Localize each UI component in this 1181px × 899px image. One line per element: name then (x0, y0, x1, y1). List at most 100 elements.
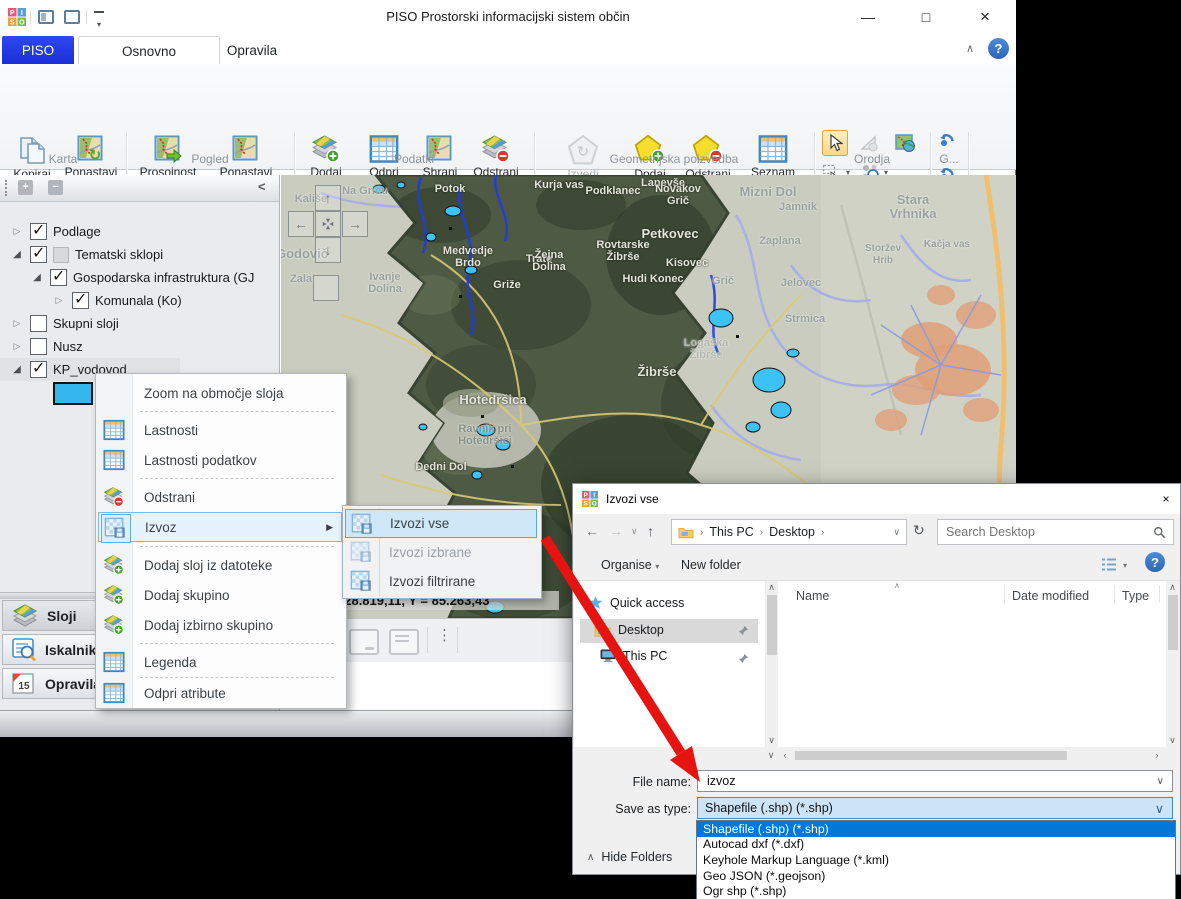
history-dropdown-icon[interactable]: ∨ (631, 526, 638, 537)
save-as-type-combo[interactable]: Shapefile (.shp) (*.shp) ∨ (697, 797, 1173, 819)
dialog-close-button[interactable]: × (1144, 484, 1180, 514)
menu-item-odpri-atribute[interactable]: Odpri atribute (98, 678, 342, 708)
expander-icon[interactable]: ◢ (10, 364, 24, 375)
search-icon (1153, 526, 1166, 539)
tree-item-skupni[interactable]: ▷ Skupni sloji (0, 312, 279, 335)
file-name-combo[interactable]: ∨ (697, 770, 1173, 792)
menu-item-lastnosti[interactable]: Lastnosti (98, 415, 342, 445)
list-scrollbar[interactable]: ∧ ∨ (1166, 581, 1179, 747)
expander-icon[interactable]: ◢ (30, 272, 44, 283)
combo-dropdown-icon[interactable]: ∨ (1157, 776, 1164, 787)
tree-item-podlage[interactable]: ▷ Podlage (0, 220, 279, 243)
checkbox-unchecked[interactable] (30, 338, 47, 355)
checkbox-checked[interactable] (30, 223, 47, 240)
refresh-icon[interactable]: ↻ (913, 522, 925, 539)
maximize-button[interactable]: □ (906, 2, 946, 32)
back-button[interactable]: ← (585, 523, 599, 539)
search-input[interactable] (944, 524, 1153, 540)
tree-item-nusz[interactable]: ▷ Nusz (0, 335, 279, 358)
menu-item-dodaj-sloj-datoteke[interactable]: Dodaj sloj iz datoteke (98, 550, 342, 580)
help-icon[interactable]: ? (988, 38, 1009, 59)
tab-opravila[interactable]: Opravila (184, 36, 320, 64)
breadcrumb-dropdown-icon[interactable]: ∨ (893, 527, 900, 538)
type-option-kml[interactable]: Keyhole Markup Language (*.kml) (697, 852, 1175, 868)
menu-item-izvoz[interactable]: Izvoz ▶ (98, 512, 342, 542)
forward-button[interactable]: → (609, 523, 623, 539)
breadcrumb[interactable]: › This PC › Desktop › ∨ (671, 519, 907, 545)
tree-item-komunala[interactable]: ▷ Komunala (Ko) (0, 289, 279, 312)
column-date-modified[interactable]: Date modified (1012, 589, 1089, 603)
ribbon-collapse-icon[interactable]: ∧ (962, 42, 978, 55)
piso-logo-icon (582, 491, 598, 507)
full-extent-button[interactable] (315, 211, 341, 237)
organise-button[interactable]: Organise ▾ (601, 558, 659, 572)
breadcrumb-this-pc[interactable]: This PC (709, 525, 753, 539)
close-button[interactable]: × (965, 2, 1005, 32)
nav-this-pc[interactable]: This PC (600, 649, 667, 663)
combo-dropdown-icon[interactable]: ∨ (1155, 801, 1164, 816)
dialog-help-icon[interactable]: ? (1145, 552, 1165, 572)
breadcrumb-sep: › (821, 527, 824, 538)
new-folder-button[interactable]: New folder (681, 558, 741, 572)
type-option-ogr[interactable]: Ogr shp (*.shp) (697, 883, 1175, 899)
legend-box-disabled-icon[interactable] (389, 629, 419, 655)
more-tools-icon[interactable]: ⋮ (437, 626, 453, 644)
column-type[interactable]: Type (1122, 589, 1149, 603)
callout-disabled-icon[interactable] (349, 629, 379, 655)
type-option-autocad[interactable]: Autocad dxf (*.dxf) (697, 837, 1175, 853)
checkbox-checked[interactable] (30, 361, 47, 378)
menu-item-zoom-extent[interactable]: Zoom na območje sloja (98, 378, 342, 408)
view-dropdown-icon[interactable]: ▾ (1123, 561, 1127, 570)
pan-down-button[interactable]: ↓ (315, 237, 341, 263)
pan-up-button[interactable]: ↑ (315, 185, 341, 211)
submenu-item-izvozi-filtrirane[interactable]: Izvozi filtrirane (345, 567, 537, 596)
column-name[interactable]: Name (796, 589, 829, 603)
left-nav-scrollbar[interactable]: ∧ ∨ (765, 581, 778, 747)
search-box[interactable] (937, 519, 1174, 545)
horizontal-scrollbar[interactable]: ‹ › (779, 749, 1163, 761)
pan-right-button[interactable]: → (342, 211, 368, 237)
file-name-input[interactable] (705, 773, 1172, 789)
tree-item-tematski[interactable]: ◢ Tematski sklopi (0, 243, 279, 266)
tab-piso[interactable]: PISO (2, 36, 74, 64)
pan-left-button[interactable]: ← (288, 211, 314, 237)
checkbox-unchecked[interactable] (30, 315, 47, 332)
folder-icon (678, 526, 694, 539)
submenu-item-izvozi-vse[interactable]: Izvozi vse (345, 509, 537, 538)
expander-icon[interactable]: ▷ (52, 295, 66, 306)
collapse-all-icon[interactable]: − (48, 180, 63, 195)
view-mode-icon[interactable] (1101, 557, 1117, 572)
nav-quick-access[interactable]: Quick access (588, 595, 684, 610)
menu-item-legenda[interactable]: Legenda (98, 647, 342, 677)
breadcrumb-desktop[interactable]: Desktop (769, 525, 815, 539)
checkbox-checked[interactable] (30, 246, 47, 263)
menu-item-lastnosti-podatkov[interactable]: Lastnosti podatkov (98, 445, 342, 475)
geolocate-button[interactable] (936, 130, 958, 152)
collapse-panel-icon[interactable]: < (258, 179, 266, 194)
tree-item-gospodarska[interactable]: ◢ Gospodarska infrastruktura (GJ (0, 266, 279, 289)
expand-all-icon[interactable]: + (18, 180, 33, 195)
hide-folders-button[interactable]: ∧ Hide Folders (587, 850, 672, 864)
checkbox-checked[interactable] (72, 292, 89, 309)
up-button[interactable]: ↑ (647, 523, 654, 539)
search-doc-icon (11, 637, 37, 663)
breadcrumb-sep: › (700, 527, 703, 538)
nav-desktop-selected[interactable]: Desktop (580, 619, 758, 643)
expander-icon[interactable]: ◢ (10, 249, 24, 260)
expander-icon[interactable]: ▷ (10, 226, 24, 237)
menu-item-odstrani[interactable]: Odstrani (98, 482, 342, 512)
menu-item-dodaj-izbirno-skupino[interactable]: Dodaj izbirno skupino (98, 610, 342, 640)
minimize-button[interactable]: — (848, 2, 888, 32)
save-dialog: Izvozi vse × ← → ∨ ↑ › This PC › Desktop… (572, 483, 1181, 875)
submenu-item-izvozi-izbrane[interactable]: Izvozi izbrane (345, 538, 537, 567)
expander-icon[interactable]: ▷ (10, 341, 24, 352)
checkbox-checked[interactable] (50, 269, 67, 286)
menu-item-dodaj-skupino[interactable]: Dodaj skupino (98, 580, 342, 610)
save-type-dropdown: Shapefile (.shp) (*.shp) Autocad dxf (*.… (696, 820, 1176, 899)
zoom-box-button[interactable] (313, 275, 339, 301)
type-option-shapefile[interactable]: Shapefile (.shp) (*.shp) (697, 821, 1175, 837)
type-option-geojson[interactable]: Geo JSON (*.geojson) (697, 868, 1175, 884)
exp.ander-icon[interactable]: ▷ (10, 318, 24, 329)
grip-icon[interactable] (5, 180, 10, 196)
left-scroll-bottom[interactable]: ∨ (765, 749, 777, 761)
